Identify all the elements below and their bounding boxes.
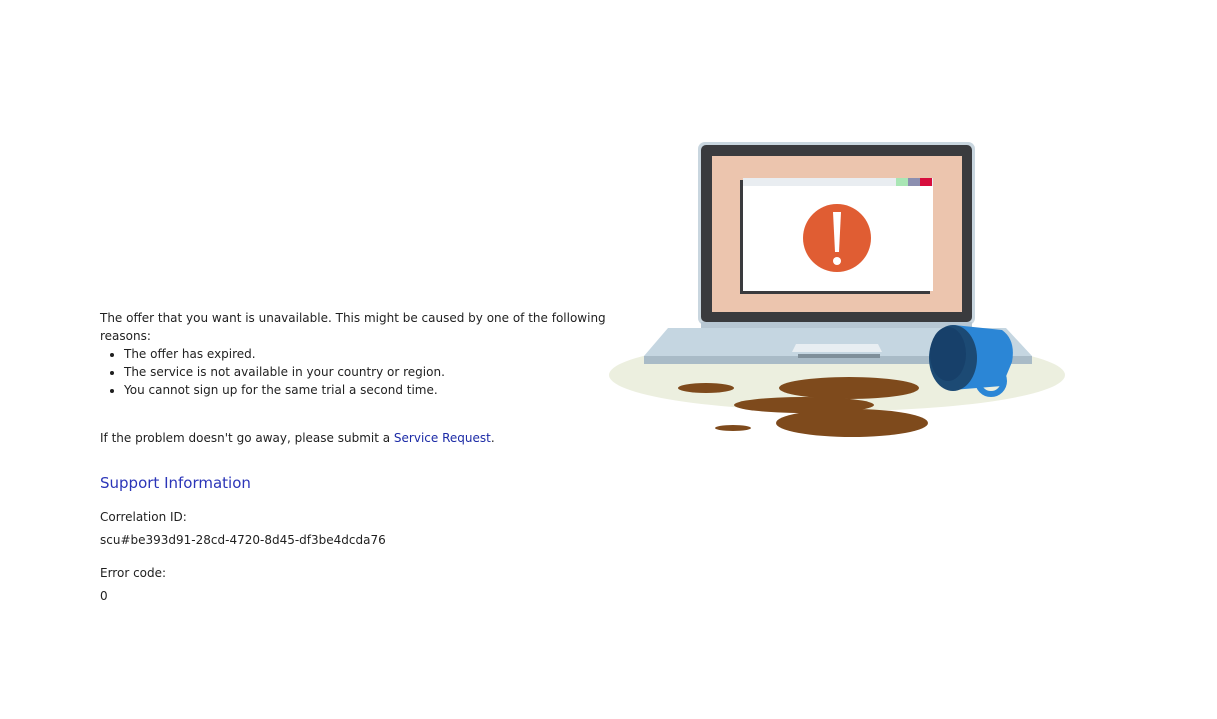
error-code-label: Error code:: [100, 566, 167, 580]
error-code-value: 0: [100, 589, 108, 603]
service-request-line: If the problem doesn't go away, please s…: [100, 429, 620, 447]
window-button-close: [920, 178, 932, 186]
coffee-puddle: [776, 409, 928, 437]
mug-inside: [930, 327, 966, 381]
reason-item: The offer has expired.: [124, 345, 620, 363]
error-message-panel: The offer that you want is unavailable. …: [100, 309, 620, 605]
window-button-maximize: [908, 178, 920, 186]
service-request-prefix: If the problem doesn't go away, please s…: [100, 431, 394, 445]
coffee-puddle: [715, 425, 751, 431]
window-button-minimize: [896, 178, 908, 186]
error-page: The offer that you want is unavailable. …: [0, 0, 1217, 719]
coffee-puddle: [678, 383, 734, 393]
coffee-puddle: [779, 377, 919, 399]
trackpad-shadow: [798, 354, 880, 358]
correlation-id-label: Correlation ID:: [100, 510, 187, 524]
alert-exclamation-dot: [833, 257, 841, 265]
laptop-hinge: [701, 322, 972, 328]
reasons-list: The offer has expired. The service is no…: [100, 345, 620, 399]
correlation-id-value: scu#be393d91-28cd-4720-8d45-df3be4dcda76: [100, 533, 386, 547]
reason-item: You cannot sign up for the same trial a …: [124, 381, 620, 399]
service-request-suffix: .: [490, 431, 495, 445]
error-intro-text: The offer that you want is unavailable. …: [100, 311, 606, 343]
trackpad: [792, 344, 882, 352]
service-request-link[interactable]: Service Request: [394, 431, 491, 445]
laptop-error-illustration: [609, 142, 1065, 437]
reason-item: The service is not available in your cou…: [124, 363, 620, 381]
support-information-heading: Support Information: [100, 474, 251, 492]
